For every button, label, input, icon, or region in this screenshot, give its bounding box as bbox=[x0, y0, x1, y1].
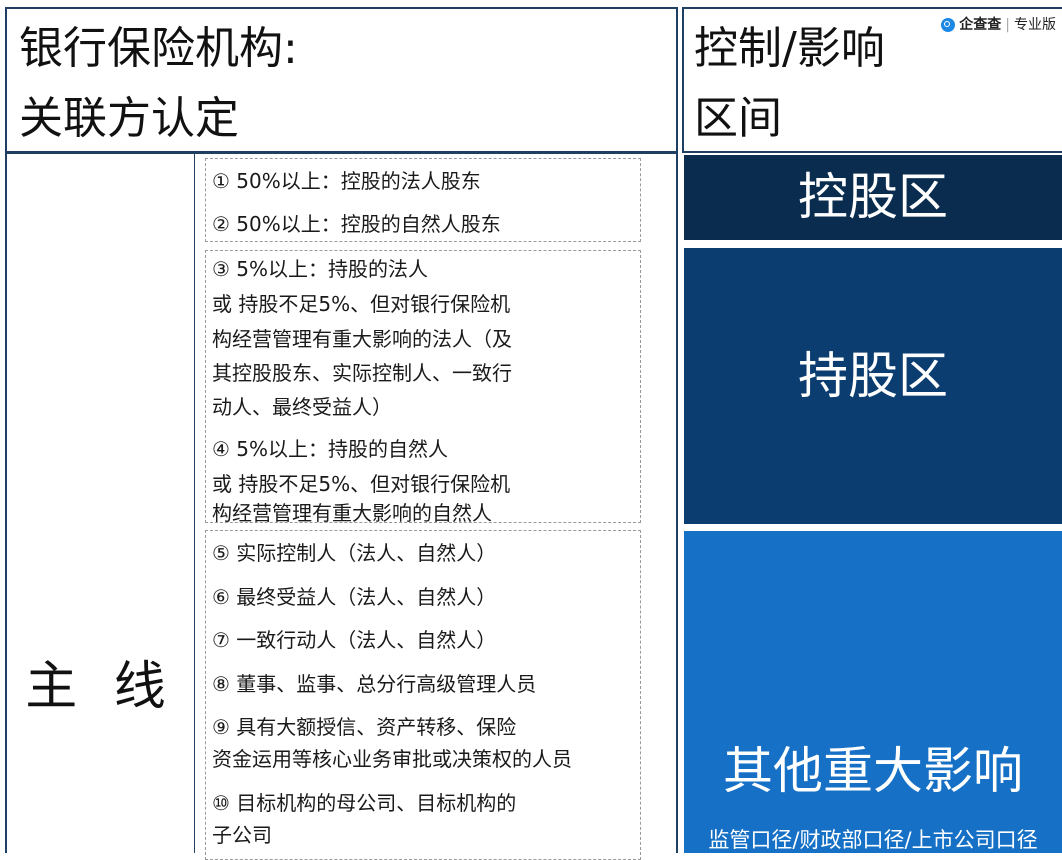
group-other-significant-influence: ⑤ 实际控制人（法人、自然人） ⑥ 最终受益人（法人、自然人） ⑦ 一致行动人（… bbox=[205, 530, 641, 860]
list-item: ① 50%以上：控股的法人股东 bbox=[212, 169, 481, 193]
list-item: ③ 5%以上：持股的法人 bbox=[212, 257, 429, 281]
left-title-box: 银行保险机构: 关联方认定 bbox=[5, 7, 678, 153]
right-title-line1: 控制/影响 bbox=[694, 23, 885, 74]
mainline-label: 主 线 bbox=[25, 657, 176, 717]
mainline-label-cell: 主 线 bbox=[5, 152, 196, 853]
brand-watermark: 企查查 | 专业版 bbox=[941, 16, 1056, 34]
left-title-line1: 银行保险机构: bbox=[19, 23, 298, 74]
brand-edition: 专业版 bbox=[1014, 17, 1056, 33]
list-item: ④ 5%以上：持股的自然人 bbox=[212, 437, 449, 461]
zone-other-label: 其他重大影响 bbox=[723, 742, 1023, 800]
list-item: ⑩ 目标机构的母公司、目标机构的 bbox=[212, 791, 517, 815]
right-title-line2: 区间 bbox=[694, 93, 782, 144]
related-party-items-column: ① 50%以上：控股的法人股东 ② 50%以上：控股的自然人股东 ③ 5%以上：… bbox=[195, 152, 678, 860]
list-item: ⑧ 董事、监事、总分行高级管理人员 bbox=[212, 672, 537, 696]
group-controlling-shareholders: ① 50%以上：控股的法人股东 ② 50%以上：控股的自然人股东 bbox=[205, 158, 641, 242]
list-item: ② 50%以上：控股的自然人股东 bbox=[212, 212, 501, 236]
left-title-line2: 关联方认定 bbox=[19, 93, 239, 144]
zone-control: 控股区 bbox=[684, 155, 1062, 240]
brand-logo-icon bbox=[941, 18, 956, 32]
list-item: ⑤ 实际控制人（法人、自然人） bbox=[212, 541, 497, 565]
brand-name: 企查查 bbox=[959, 17, 1002, 33]
zone-other-note: 监管口径/财政部口径/上市公司口径 bbox=[708, 828, 1038, 852]
list-item: 或 持股不足5%、但对银行保险机 bbox=[212, 472, 511, 496]
list-item: 动人、最终受益人） bbox=[212, 395, 392, 419]
group-holding-shareholders: ③ 5%以上：持股的法人 或 持股不足5%、但对银行保险机 构经营管理有重大影响… bbox=[205, 250, 641, 523]
list-item: 资金运用等核心业务审批或决策权的人员 bbox=[212, 747, 572, 771]
list-item: ⑦ 一致行动人（法人、自然人） bbox=[212, 628, 497, 652]
zone-control-label: 控股区 bbox=[798, 168, 948, 226]
right-title-box: 控制/影响 区间 企查查 | 专业版 bbox=[682, 7, 1062, 153]
zone-holding-label: 持股区 bbox=[798, 347, 948, 405]
zone-holding: 持股区 bbox=[684, 248, 1062, 524]
list-item: 构经营管理有重大影响的自然人 bbox=[212, 501, 492, 525]
zone-other: 其他重大影响 监管口径/财政部口径/上市公司口径 bbox=[684, 531, 1062, 853]
list-item: 其控股股东、实际控制人、一致行 bbox=[212, 361, 512, 385]
list-item: 或 持股不足5%、但对银行保险机 bbox=[212, 292, 511, 316]
list-item: ⑥ 最终受益人（法人、自然人） bbox=[212, 585, 497, 609]
brand-separator: | bbox=[1005, 17, 1010, 33]
list-item: 子公司 bbox=[212, 823, 272, 847]
list-item: 构经营管理有重大影响的法人（及 bbox=[212, 327, 512, 351]
list-item: ⑨ 具有大额授信、资产转移、保险 bbox=[212, 715, 517, 739]
